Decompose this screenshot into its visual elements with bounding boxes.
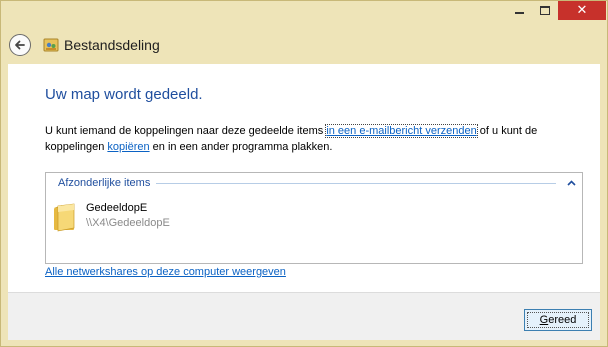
chevron-up-icon — [566, 180, 576, 186]
items-group-header[interactable]: Afzonderlijke items — [46, 173, 582, 193]
description-part-3: en in een ander programma plakken. — [149, 141, 333, 153]
page-heading: Uw map wordt gedeeld. — [45, 86, 203, 103]
sharing-app-icon — [43, 38, 59, 52]
maximize-icon — [540, 6, 550, 15]
group-divider — [156, 182, 556, 184]
list-item-text: GedeeldopE \\X4\GedeeldopE — [86, 201, 170, 231]
window-title: Bestandsdeling — [64, 37, 160, 53]
description-part-1: U kunt iemand de koppelingen naar deze g… — [45, 125, 327, 137]
item-name: GedeeldopE — [86, 202, 148, 214]
done-button-label: ereed — [548, 314, 577, 326]
file-sharing-window: ✕ Bestandsdeling Uw map wordt gedeeld. U… — [0, 0, 608, 347]
items-group-label: Afzonderlijke items — [58, 177, 151, 189]
description-text: U kunt iemand de koppelingen naar deze g… — [45, 123, 590, 155]
maximize-button[interactable] — [532, 1, 558, 20]
collapse-button[interactable] — [564, 180, 578, 186]
items-group: Afzonderlijke items GedeeldopE \\X4\Gede… — [45, 172, 583, 264]
content-panel: Uw map wordt gedeeld. U kunt iemand de k… — [8, 64, 600, 292]
item-path: \\X4\GedeeldopE — [86, 217, 170, 229]
back-arrow-icon — [15, 40, 25, 50]
footer-bar: Gereed — [8, 292, 600, 340]
email-link[interactable]: in een e-mailbericht verzenden — [325, 124, 478, 138]
network-shares-link[interactable]: Alle netwerkshares op deze computer weer… — [45, 266, 286, 278]
wizard-header: Bestandsdeling — [9, 30, 160, 60]
list-item[interactable]: GedeeldopE \\X4\GedeeldopE — [52, 201, 170, 232]
minimize-button[interactable] — [506, 1, 532, 20]
close-button[interactable]: ✕ — [558, 1, 606, 20]
folder-icon — [54, 203, 75, 232]
done-button[interactable]: Gereed — [524, 309, 592, 331]
copy-link[interactable]: kopiëren — [107, 141, 149, 153]
done-button-accelerator: G — [539, 314, 549, 326]
close-icon: ✕ — [576, 3, 588, 18]
minimize-icon — [514, 12, 524, 14]
back-button[interactable] — [9, 34, 31, 56]
